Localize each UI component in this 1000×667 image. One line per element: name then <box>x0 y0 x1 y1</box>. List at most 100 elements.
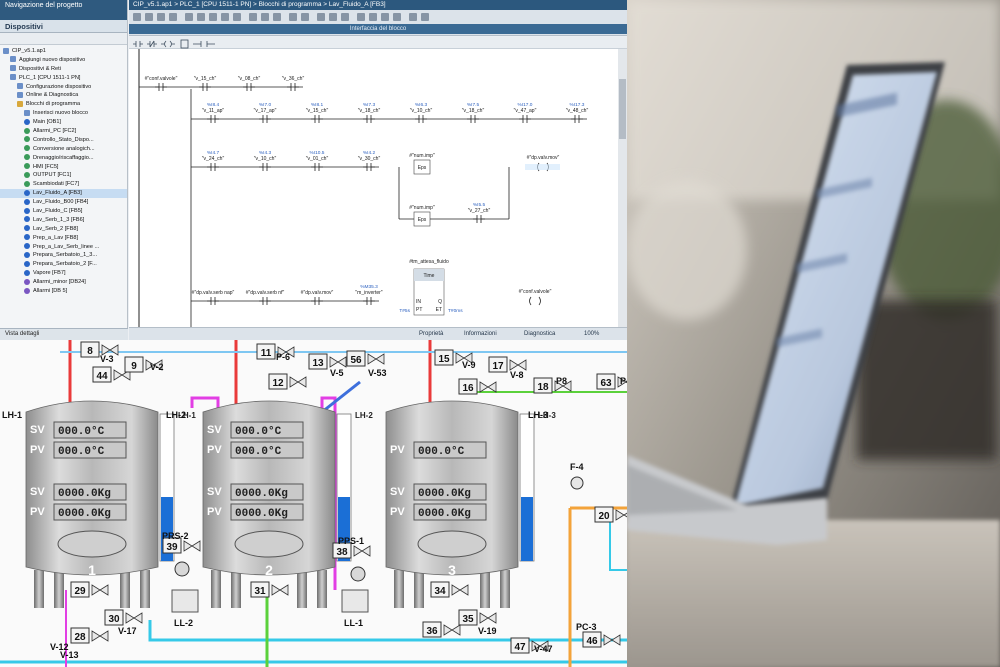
ladder-scroll-thumb[interactable] <box>619 79 626 139</box>
block-interface-bar[interactable]: Interfaccia del blocco <box>129 24 627 34</box>
ladder-contact[interactable]: %I7.0"v_17_ap" <box>254 102 277 123</box>
valve-badge[interactable]: 8 <box>80 341 100 358</box>
zoom-out-icon[interactable] <box>301 13 309 21</box>
valve-badge[interactable]: 20 <box>594 506 614 523</box>
valve-badge[interactable]: 46 <box>582 631 602 648</box>
valve-icon[interactable] <box>615 509 627 521</box>
valve-badge[interactable]: 36 <box>422 621 442 638</box>
comment-icon[interactable] <box>341 13 349 21</box>
ladder-contact[interactable]: #"conf.valvole" <box>145 76 178 91</box>
valve-badge[interactable]: 34 <box>430 581 450 598</box>
ladder-contact[interactable]: %I4.3"v_10_ch" <box>254 150 277 171</box>
valve-badge[interactable]: 44 <box>92 366 112 383</box>
valve-badge[interactable]: 31 <box>250 581 270 598</box>
tree-item[interactable]: Prepara_Serbatoio_1_3... <box>0 251 127 260</box>
favorite-3-icon[interactable] <box>381 13 389 21</box>
tree-item[interactable]: Conversione analogich... <box>0 145 127 154</box>
valve-badge[interactable]: 56 <box>346 350 366 367</box>
ladder-contact[interactable]: %I17.3"v_48_ch" <box>566 102 589 123</box>
ladder-contact[interactable]: %I6.3"v_10_ch" <box>410 102 433 123</box>
tree-item[interactable]: Lav_Serb_2 [FB8] <box>0 225 127 234</box>
branch-close-icon[interactable] <box>273 13 281 21</box>
ladder-contact[interactable]: "v_36_ch" <box>282 76 305 91</box>
tree-item[interactable]: PLC_1 [CPU 1511-1 PN] <box>0 74 127 83</box>
tree-item[interactable]: Drenaggio/riscaffaggio... <box>0 154 127 163</box>
close-branch-fav-icon[interactable] <box>206 41 215 47</box>
insert-network-icon[interactable] <box>185 13 193 21</box>
valve-icon[interactable] <box>329 356 347 368</box>
edge-detect-box[interactable]: Eps #"num.imp" <box>409 153 435 175</box>
valve-badge[interactable]: 9 <box>124 356 144 373</box>
tree-item[interactable]: Main [OB1] <box>0 118 127 127</box>
ladder-contact[interactable]: "v_08_ch" <box>238 76 261 91</box>
tree-item[interactable]: Blocchi di programma <box>0 100 127 109</box>
tree-item[interactable]: Vapore [FB7] <box>0 269 127 278</box>
valve-badge[interactable]: 47 <box>510 637 530 654</box>
ladder-contact[interactable]: %M35.3"m_inverter" <box>355 284 383 305</box>
tree-item[interactable]: Controllo_Stato_Dispo... <box>0 136 127 145</box>
tab-properties[interactable]: Proprietà <box>419 331 443 337</box>
tree-item[interactable]: Allarmi_PC [FC2] <box>0 127 127 136</box>
favorite-4-icon[interactable] <box>393 13 401 21</box>
valve-icon[interactable] <box>183 540 201 552</box>
tree-item[interactable]: Scambiodati [FC7] <box>0 180 127 189</box>
grid-icon[interactable] <box>409 13 417 21</box>
valve-icon[interactable] <box>271 584 289 596</box>
valve-icon[interactable] <box>91 584 109 596</box>
edge-detect-box[interactable]: Eps #"num.imp" <box>409 205 435 227</box>
tree-item[interactable]: Configurazione dispositivo <box>0 83 127 92</box>
tree-item[interactable]: Allarmi [DB 5] <box>0 287 127 296</box>
reference-icon[interactable] <box>329 13 337 21</box>
ladder-contact[interactable]: %I4.2"v_30_ch" <box>358 150 381 171</box>
download-icon[interactable] <box>145 13 153 21</box>
flow-indicator-icon[interactable] <box>570 476 584 490</box>
ladder-network-area[interactable]: #"conf.valvole" "v_15_ch" "v_08_ch" "v_36_c… <box>129 49 627 327</box>
valve-badge[interactable]: 30 <box>104 609 124 626</box>
watch-table-icon[interactable] <box>317 13 325 21</box>
tree-item[interactable]: Allarmi_minor [DB24] <box>0 278 127 287</box>
tank-3[interactable]: PV 000.0°C SV 0000.0Kg PV 0000.0Kg 3 LH-3 <box>385 400 556 608</box>
ladder-contact[interactable]: #"dp.valv.serb nf" <box>246 290 285 305</box>
ladder-contact[interactable]: %I17.0"v_47_ap" <box>514 102 537 123</box>
tree-item[interactable]: HMI [FC5] <box>0 163 127 172</box>
valve-badge[interactable]: 28 <box>70 627 90 644</box>
valve-icon[interactable] <box>509 359 527 371</box>
contact-no-icon[interactable] <box>209 13 217 21</box>
contact-nc-icon[interactable] <box>221 13 229 21</box>
valve-badge[interactable]: 29 <box>70 581 90 598</box>
tree-item[interactable]: OUTPUT [FC1] <box>0 171 127 180</box>
ladder-contact[interactable]: %I4.7"v_24_ch" <box>202 150 225 171</box>
ladder-coil[interactable]: #"dp.valv.mov" <box>525 155 560 172</box>
valve-badge[interactable]: 11 <box>256 343 276 360</box>
details-view-toggle[interactable]: Vista dettagli <box>0 328 128 340</box>
coil-icon[interactable] <box>233 13 241 21</box>
settings-icon[interactable] <box>421 13 429 21</box>
valve-badge[interactable]: 12 <box>268 373 288 390</box>
tree-item[interactable]: Lav_Fluido_B00 [FB4] <box>0 198 127 207</box>
ladder-contact[interactable]: #"dp.valv.serb nap" <box>192 290 235 305</box>
box-icon[interactable] <box>249 13 257 21</box>
ladder-contact[interactable]: %I5.5"v_27_ch" <box>468 202 491 223</box>
tree-item[interactable]: Online & Diagnostica <box>0 91 127 100</box>
tab-info[interactable]: Informazioni <box>464 331 497 337</box>
valve-badge[interactable]: 18 <box>533 377 553 394</box>
tab-devices[interactable]: Dispositivi <box>0 20 127 33</box>
tree-item[interactable]: Prep_a_Lav [FB8] <box>0 234 127 243</box>
valve-icon[interactable] <box>289 376 307 388</box>
valve-badge[interactable]: 15 <box>434 349 454 366</box>
valve-icon[interactable] <box>353 545 371 557</box>
valve-badge[interactable]: 13 <box>308 353 328 370</box>
box-fav-icon[interactable] <box>180 39 189 49</box>
valve-icon[interactable] <box>125 612 143 624</box>
zoom-level[interactable]: 100% <box>584 331 599 337</box>
pump-icon[interactable] <box>174 561 190 577</box>
compile-icon[interactable] <box>133 13 141 21</box>
ladder-coil[interactable]: #"conf.valvole" <box>519 289 552 306</box>
delete-network-icon[interactable] <box>197 13 205 21</box>
valve-badge[interactable]: 63 <box>596 373 616 390</box>
contact-nc-fav-icon[interactable] <box>147 40 157 48</box>
valve-icon[interactable] <box>603 634 621 646</box>
ladder-contact[interactable]: %I8.1"v_15_ch" <box>306 102 329 123</box>
valve-icon[interactable] <box>91 630 109 642</box>
tree-item[interactable]: CIP_v5.1.ap1 <box>0 47 127 56</box>
